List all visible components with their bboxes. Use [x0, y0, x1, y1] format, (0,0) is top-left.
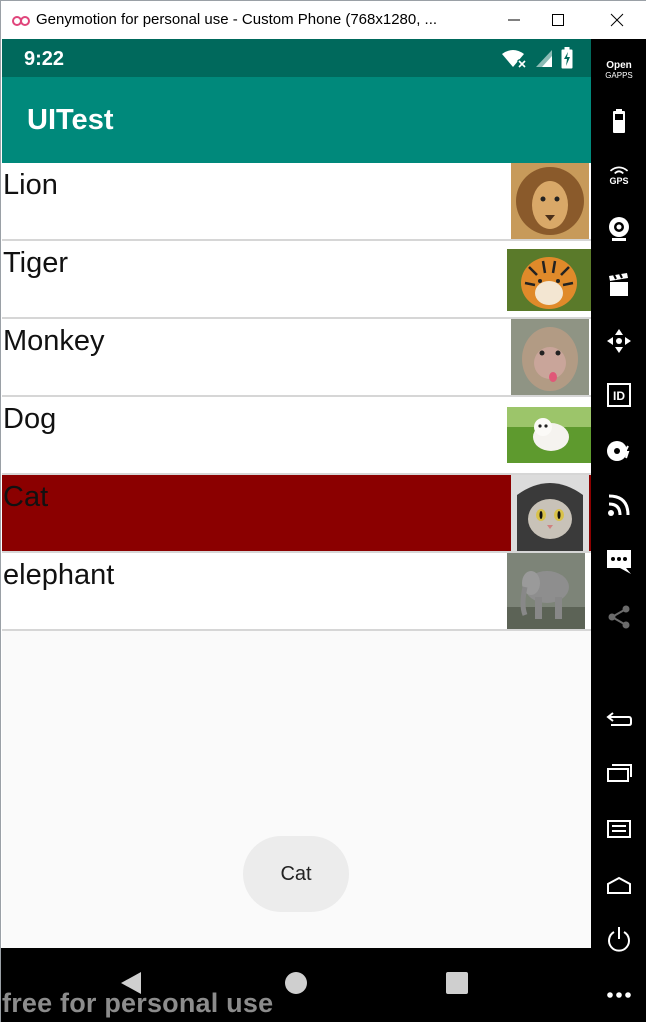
battery-icon: [613, 109, 625, 133]
id-card-icon: ID: [607, 383, 631, 407]
animal-list[interactable]: Lion Tiger Monkey Dog Cat elephant: [2, 163, 591, 631]
opengapps-label: Open: [606, 60, 632, 71]
cell-signal-icon: [536, 50, 552, 67]
app-toolbar: UITest: [2, 77, 591, 163]
recents-icon[interactable]: [442, 968, 472, 998]
elephant-image: [507, 553, 585, 629]
gps-label: GPS: [609, 176, 629, 186]
id-label: ID: [613, 389, 625, 403]
gps-signal-icon: [609, 166, 629, 175]
home-house-icon: [607, 876, 631, 894]
disk-icon: [607, 441, 630, 461]
opengapps-button[interactable]: Open GAPPS: [601, 53, 637, 89]
list-item[interactable]: Tiger: [2, 241, 591, 319]
dog-image: [507, 407, 591, 463]
more-dots-icon: [607, 992, 631, 998]
side-menu-button[interactable]: [601, 811, 637, 847]
webcam-icon: [609, 217, 629, 241]
list-item[interactable]: Monkey: [2, 319, 591, 397]
list-item-label: Tiger: [3, 247, 68, 279]
opengapps-sublabel: GAPPS: [605, 71, 633, 80]
list-item[interactable]: Dog: [2, 397, 591, 475]
disk-io-button[interactable]: [601, 433, 637, 469]
list-item[interactable]: elephant: [2, 553, 591, 631]
list-item-label: elephant: [3, 559, 115, 591]
device-id-button[interactable]: ID: [601, 377, 637, 413]
side-home-button[interactable]: [601, 867, 637, 903]
dpad-button[interactable]: [601, 323, 637, 359]
list-item-selected[interactable]: Cat: [2, 475, 591, 553]
clapperboard-icon: [609, 273, 628, 296]
list-item-label: Dog: [3, 403, 57, 435]
list-item-label: Monkey: [3, 325, 105, 357]
battery-button[interactable]: [601, 103, 637, 139]
minimize-button[interactable]: [494, 5, 534, 35]
status-time: 9:22: [24, 48, 65, 70]
cat-image: [511, 475, 589, 551]
more-button[interactable]: [601, 977, 637, 1013]
network-button[interactable]: [601, 487, 637, 523]
power-button[interactable]: [601, 921, 637, 957]
back-arrow-icon: [606, 712, 632, 726]
android-status-bar: 9:22: [2, 39, 591, 77]
maximize-icon: [552, 14, 564, 26]
window-title: Genymotion for personal use - Custom Pho…: [36, 11, 438, 28]
gps-button[interactable]: GPS: [601, 157, 637, 193]
tiger-image: [507, 249, 591, 311]
battery-charging-icon: [561, 47, 573, 69]
list-item-label: Lion: [3, 169, 58, 201]
message-icon: [607, 550, 631, 574]
close-button[interactable]: [597, 5, 637, 35]
list-item[interactable]: Lion: [2, 163, 591, 241]
side-recents-button[interactable]: [601, 755, 637, 791]
rss-icon: [608, 494, 630, 516]
maximize-button[interactable]: [538, 5, 578, 35]
power-icon: [608, 927, 630, 952]
lion-image: [511, 163, 589, 239]
list-item-label: Cat: [3, 481, 49, 513]
home-icon[interactable]: [281, 968, 311, 998]
sms-button[interactable]: [601, 543, 637, 579]
monkey-image: [511, 319, 589, 395]
share-icon: [608, 605, 630, 629]
webcam-button[interactable]: [601, 211, 637, 247]
close-icon: [610, 13, 624, 27]
recents-windows-icon: [607, 764, 632, 782]
emulator-window: Genymotion for personal use - Custom Pho…: [0, 0, 646, 1022]
phone-screen: 9:22 UITest Lion Tiger Monkey Dog Cat el…: [2, 39, 591, 948]
share-button[interactable]: [601, 599, 637, 635]
toast-message: Cat: [243, 836, 349, 912]
minimize-icon: [508, 19, 520, 21]
status-icons: [501, 47, 573, 69]
emulator-side-toolbar: Open GAPPS GPS ID: [591, 39, 646, 1022]
side-back-button[interactable]: [601, 701, 637, 737]
menu-icon: [607, 820, 631, 838]
dpad-icon: [607, 329, 631, 353]
app-title: UITest: [27, 104, 114, 136]
screenrecord-button[interactable]: [601, 267, 637, 303]
personal-use-watermark: free for personal use: [2, 988, 274, 1018]
window-titlebar: Genymotion for personal use - Custom Pho…: [1, 1, 646, 39]
genymotion-logo-icon: [12, 16, 30, 26]
wifi-off-icon: [502, 50, 527, 68]
